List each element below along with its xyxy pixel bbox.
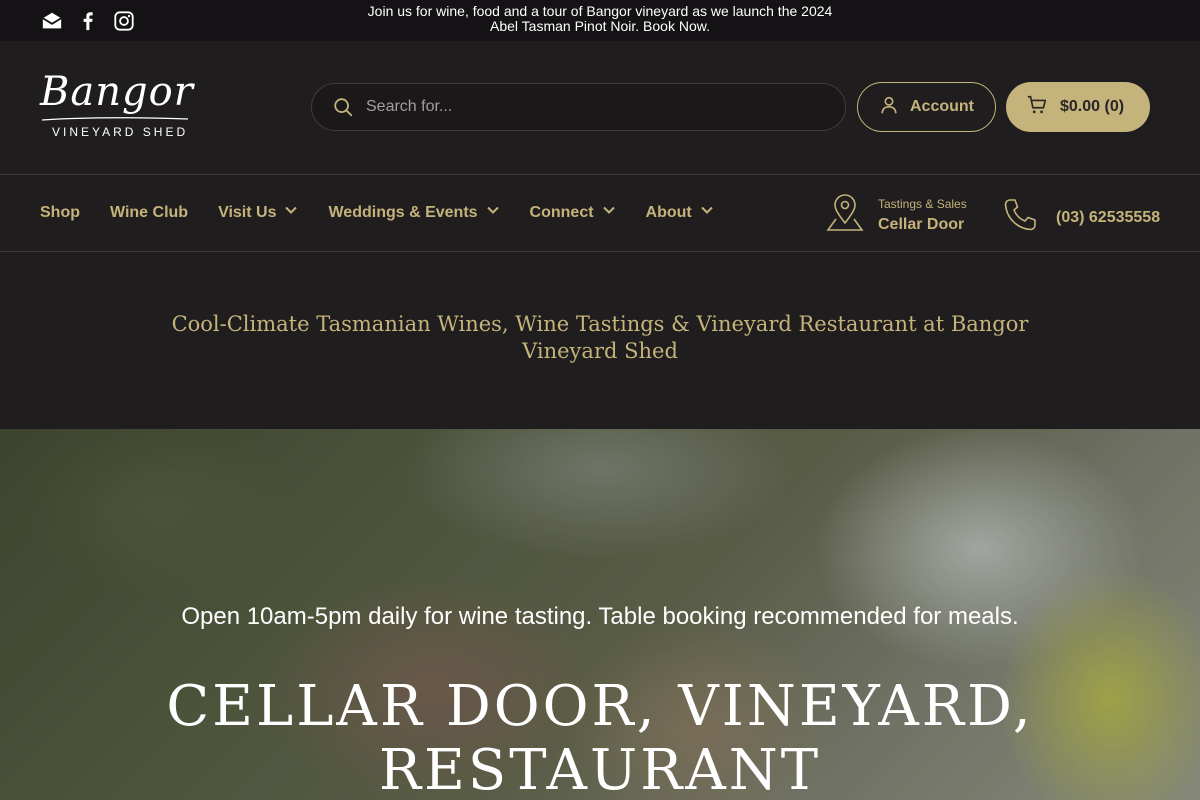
logo-subtitle: VINEYARD SHED — [52, 125, 189, 139]
search-input[interactable] — [366, 98, 806, 116]
nav-item-visit-us[interactable]: Visit Us — [218, 203, 298, 222]
chevron-down-icon — [602, 203, 616, 222]
social-links — [40, 9, 136, 33]
phone-number: (03) 62535558 — [1056, 208, 1161, 226]
chevron-down-icon — [700, 203, 714, 222]
cart-icon — [1026, 94, 1048, 121]
cart-button[interactable]: $0.00 (0) — [1006, 82, 1150, 132]
chevron-down-icon — [486, 203, 500, 222]
phone-link[interactable]: (03) 62535558 — [1002, 197, 1160, 238]
cellar-door-link[interactable]: Tastings & Sales Cellar Door — [826, 193, 967, 238]
nav-item-label: Connect — [529, 203, 594, 221]
facebook-icon[interactable] — [76, 9, 100, 33]
logo-script: Bangor — [40, 69, 194, 115]
nav-item-label: Weddings & Events — [328, 203, 478, 221]
phone-icon — [1002, 197, 1038, 238]
nav-item-connect[interactable]: Connect — [530, 203, 616, 222]
logo[interactable]: Bangor VINEYARD SHED — [40, 69, 193, 143]
nav-item-label: Shop — [40, 203, 80, 221]
user-icon — [878, 94, 900, 121]
cellar-door-label: Cellar Door — [878, 216, 965, 233]
search-icon[interactable] — [332, 95, 356, 119]
nav-item-shop[interactable]: Shop — [40, 203, 80, 222]
nav-item-about[interactable]: About — [646, 203, 714, 222]
hero-banner: Open 10am-5pm daily for wine tasting. Ta… — [0, 429, 1200, 800]
main-navigation: Shop Wine Club Visit Us Weddings & Event… — [0, 175, 1200, 252]
hero-title: CELLAR DOOR, VINEYARD, RESTAURANT — [166, 674, 1034, 800]
announcement-line-1: Join us for wine, food and a tour of Ban… — [367, 3, 833, 19]
chevron-down-icon — [284, 203, 298, 222]
map-pin-icon — [826, 193, 864, 238]
nav-menu: Shop Wine Club Visit Us Weddings & Event… — [40, 203, 714, 222]
envelope-icon[interactable] — [40, 9, 64, 33]
announcement-bar: Join us for wine, food and a tour of Ban… — [0, 0, 1200, 41]
nav-item-wine-club[interactable]: Wine Club — [110, 203, 188, 222]
page-tagline: Cool-Climate Tasmanian Wines, Wine Tasti… — [171, 312, 1029, 363]
site-header: Bangor VINEYARD SHED Account $0.00 (0) — [0, 41, 1200, 175]
account-label: Account — [910, 98, 974, 115]
announcement-text[interactable]: Join us for wine, food and a tour of Ban… — [300, 4, 900, 34]
hero-subtitle: Open 10am-5pm daily for wine tasting. Ta… — [181, 603, 1019, 630]
instagram-icon[interactable] — [112, 9, 136, 33]
announcement-line-2: Abel Tasman Pinot Noir. Book Now. — [490, 18, 710, 34]
cart-total: $0.00 (0) — [1060, 98, 1125, 115]
search-bar[interactable] — [311, 83, 846, 131]
cellar-door-caption: Tastings & Sales — [878, 197, 967, 211]
nav-item-weddings-events[interactable]: Weddings & Events — [328, 203, 499, 222]
nav-item-label: Wine Club — [110, 203, 189, 221]
account-button[interactable]: Account — [857, 82, 996, 132]
nav-item-label: About — [645, 203, 692, 221]
nav-item-label: Visit Us — [218, 203, 277, 221]
cellar-door-text: Tastings & Sales Cellar Door — [878, 197, 967, 234]
